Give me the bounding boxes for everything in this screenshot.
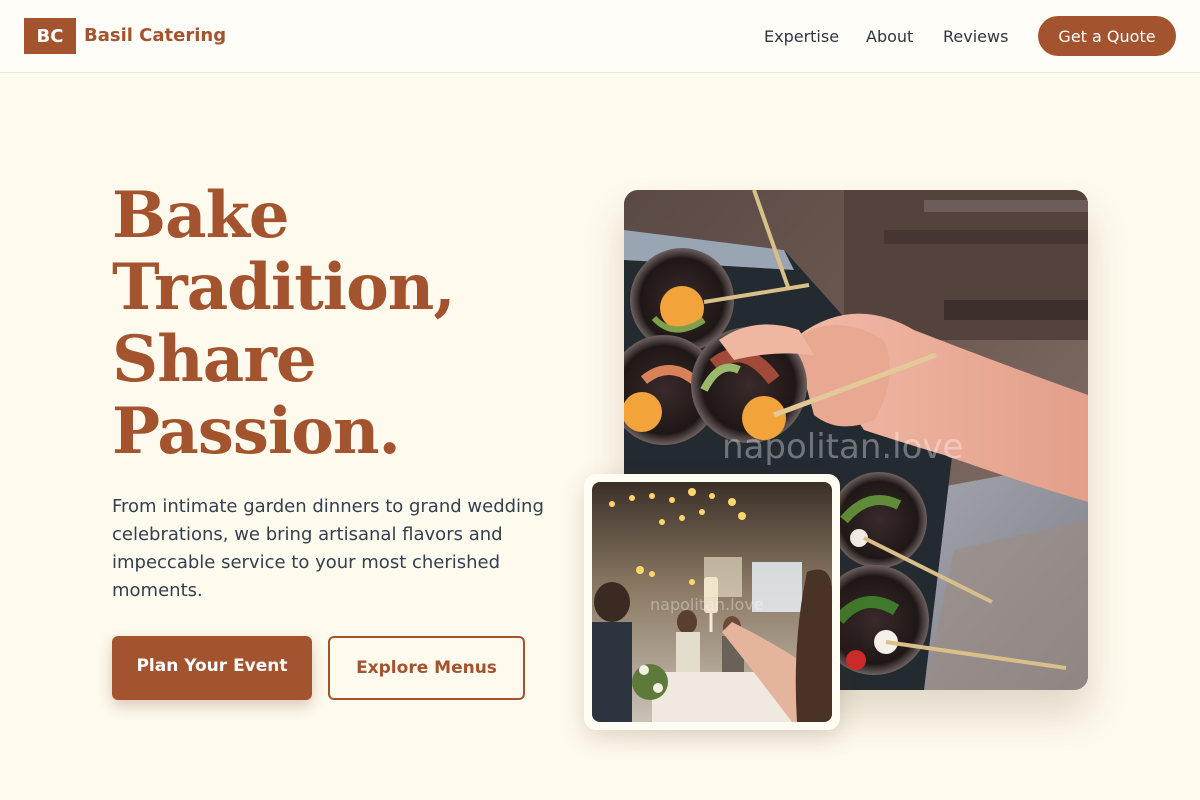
- get-a-quote-button[interactable]: Get a Quote: [1038, 16, 1176, 56]
- inset-photo-frame: napolitan.love: [584, 474, 840, 730]
- hero-title-line: Bake: [112, 178, 290, 253]
- hero-description: From intimate garden dinners to grand we…: [112, 496, 544, 601]
- photo-watermark: napolitan.love: [650, 595, 764, 614]
- nav-link-expertise[interactable]: Expertise: [764, 27, 839, 46]
- hero-title-line: Tradition,: [112, 250, 456, 325]
- plan-your-event-button[interactable]: Plan Your Event: [112, 636, 312, 700]
- site-header: BC Basil Catering Expertise About Review…: [0, 0, 1200, 73]
- nav-link-about[interactable]: About: [866, 27, 913, 46]
- nav-link-reviews[interactable]: Reviews: [943, 27, 1008, 46]
- explore-menus-button[interactable]: Explore Menus: [328, 636, 525, 700]
- hero-title: Bake Tradition, Share Passion.: [112, 180, 582, 468]
- brand-name-link[interactable]: Basil Catering: [84, 25, 226, 46]
- logo-badge[interactable]: BC: [24, 18, 76, 54]
- hero-title-line: Passion.: [112, 394, 401, 469]
- hero-title-line: Share: [112, 322, 317, 397]
- photo-watermark: napolitan.love: [722, 427, 963, 467]
- wedding-toast-photo: napolitan.love: [592, 482, 832, 722]
